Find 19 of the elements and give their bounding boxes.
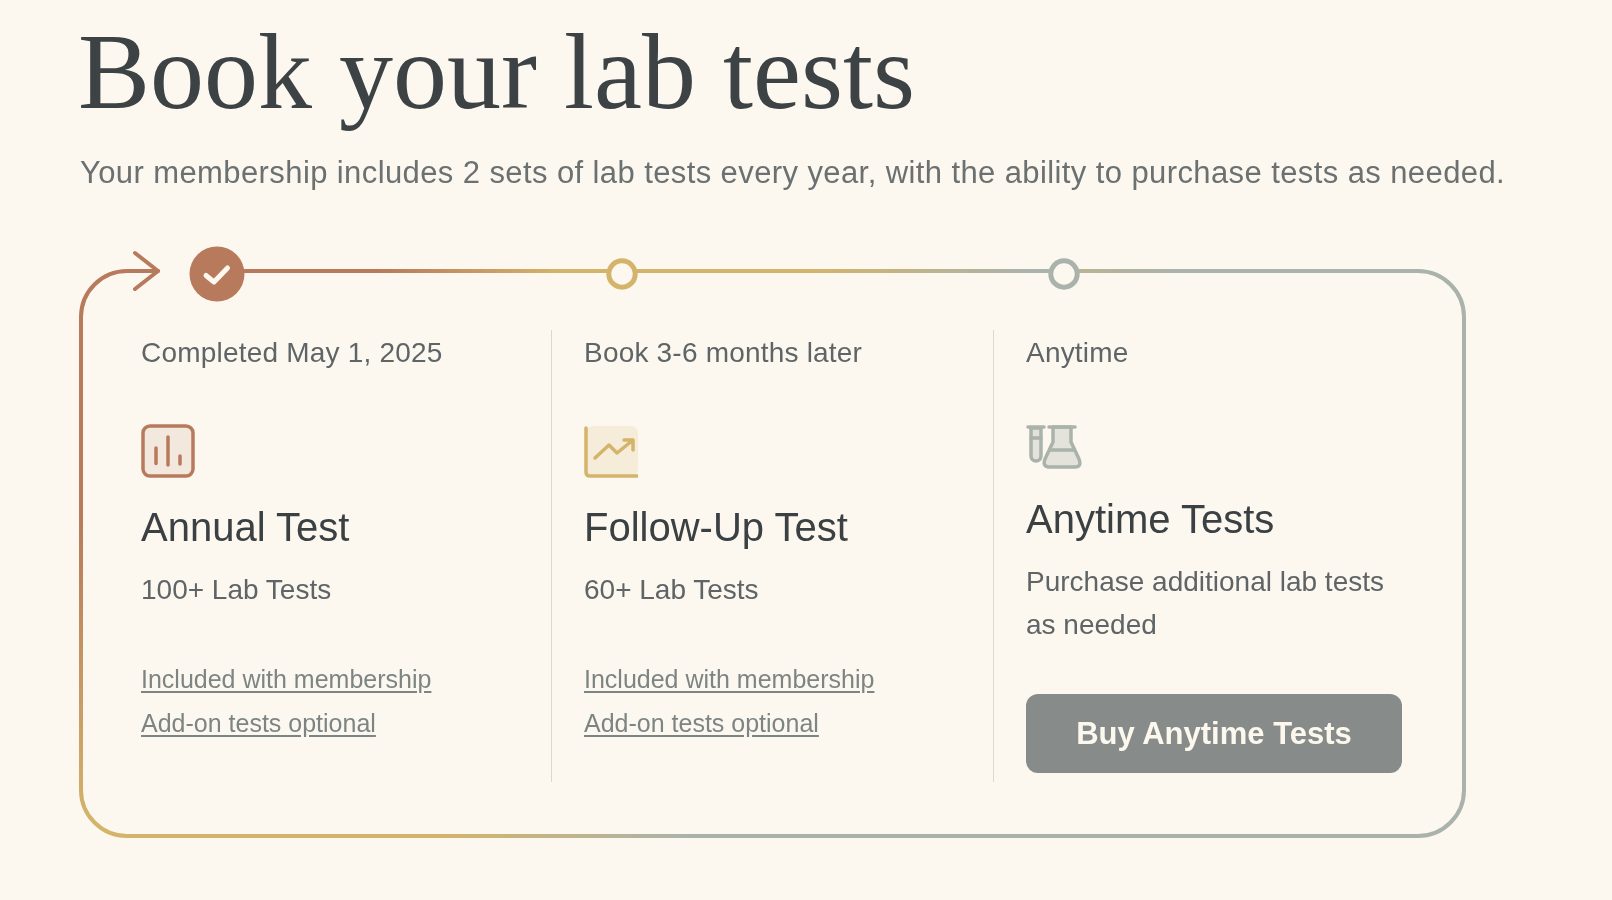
step-timing: Anytime xyxy=(1026,337,1129,369)
plan-description: 60+ Lab Tests xyxy=(584,573,759,607)
info-link[interactable]: Included with membership xyxy=(141,665,432,693)
step-timing: Book 3-6 months later xyxy=(584,337,863,369)
info-link[interactable]: Add-on tests optional xyxy=(141,709,376,737)
plan-description: Purchase additional lab tests as needed xyxy=(1026,565,1385,642)
flask-icon xyxy=(1026,424,1082,470)
step-timing: Completed May 1, 2025 xyxy=(141,337,443,369)
info-link[interactable]: Included with membership xyxy=(584,665,875,693)
page-subtitle: Your membership includes 2 sets of lab tests every year, with the ability to purchase tests as needed. xyxy=(80,155,1507,191)
plan-title: Anytime Tests xyxy=(1026,496,1275,543)
buy-button[interactable]: Buy Anytime Tests xyxy=(1026,694,1402,773)
page-title: Book your lab tests xyxy=(78,11,915,133)
info-link[interactable]: Add-on tests optional xyxy=(584,709,819,737)
bar-chart-icon xyxy=(141,424,195,478)
plan-title: Follow-Up Test xyxy=(584,504,848,551)
plan-title: Annual Test xyxy=(141,504,350,551)
trend-chart-icon xyxy=(584,424,638,478)
plan-description: 100+ Lab Tests xyxy=(141,573,332,607)
